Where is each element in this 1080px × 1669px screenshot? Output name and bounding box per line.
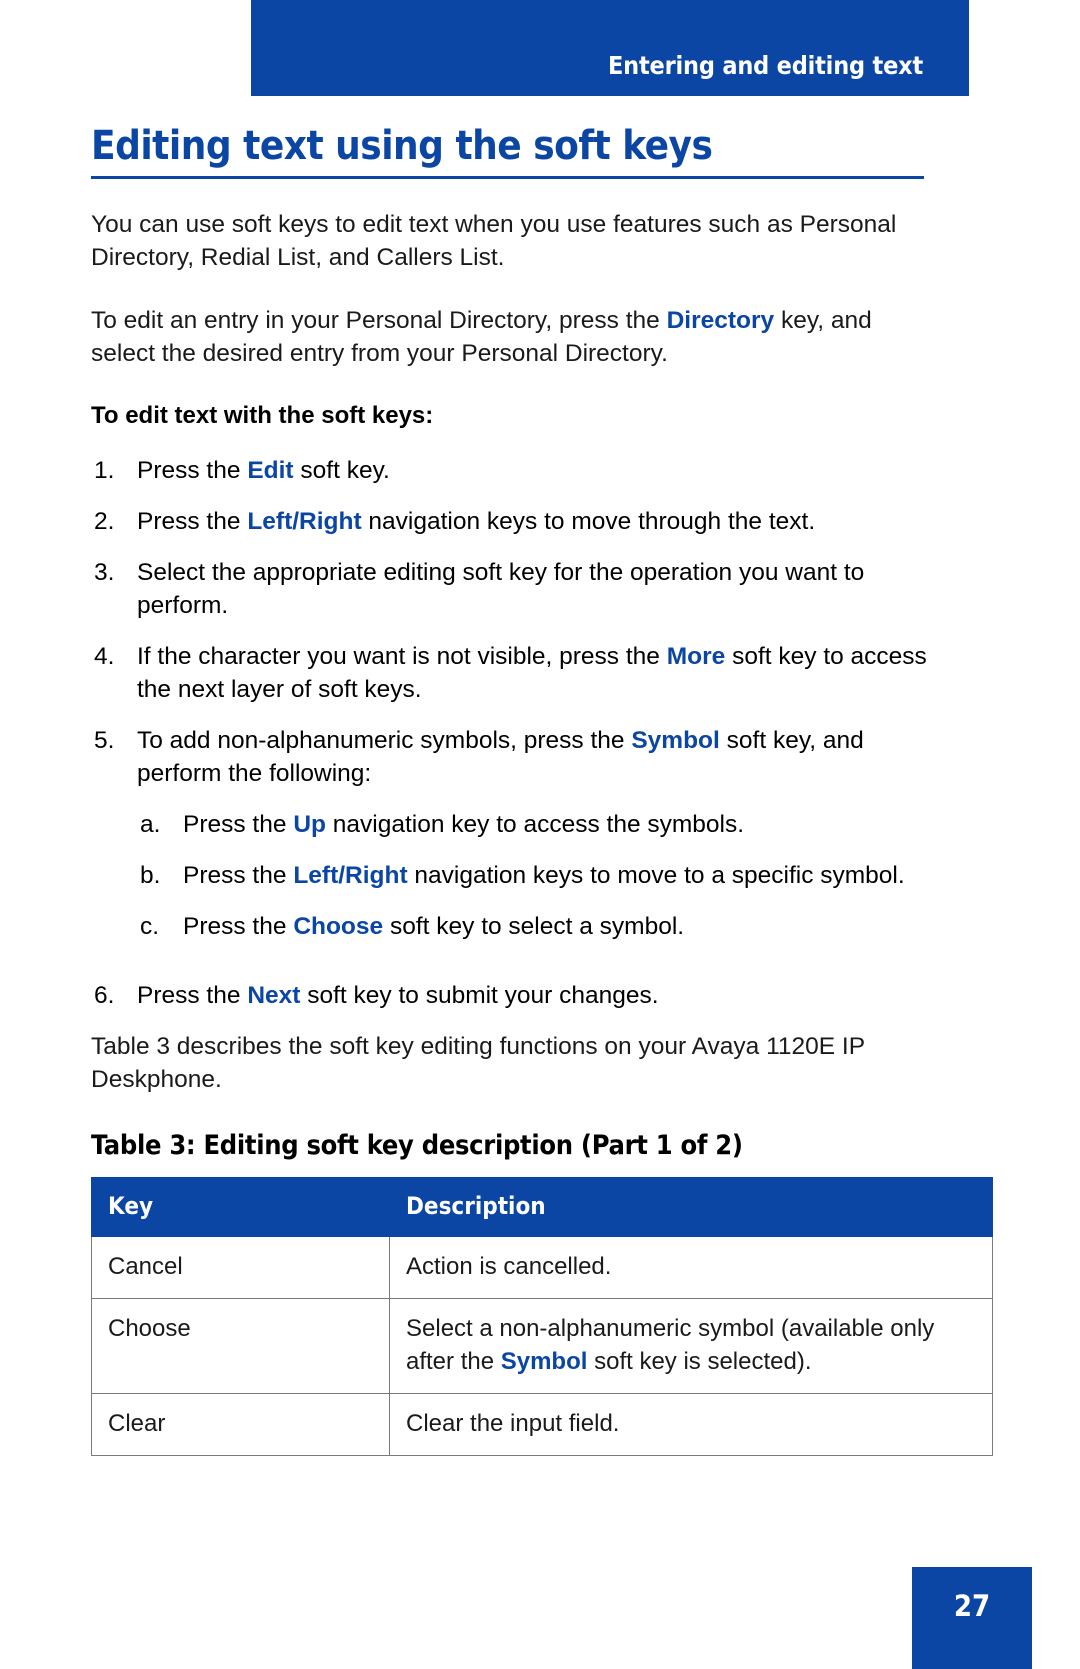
step-item-5: 5. To add non-alphanumeric symbols, pres… [91, 724, 931, 961]
procedure-step-list: 1. Press the Edit soft key. 2. Press the… [91, 454, 931, 1012]
step-number: 3. [94, 559, 115, 586]
step-text: To add non-alphanumeric symbols, press t… [137, 724, 931, 961]
main-content: You can use soft keys to edit text when … [91, 208, 993, 1456]
keyword-left-right: Left/Right [247, 508, 362, 535]
step-text-post: soft key. [293, 457, 390, 484]
page-title: Editing text using the soft keys [91, 123, 713, 169]
table-body: Cancel Action is cancelled. Choose Selec… [91, 1236, 993, 1456]
substep-text-pre: Press the [183, 913, 294, 940]
step-item-3: 3. Select the appropriate editing soft k… [91, 556, 931, 622]
table-row: Clear Clear the input field. [91, 1393, 993, 1456]
step-item-6: 6. Press the Next soft key to submit you… [91, 979, 931, 1012]
keyword-more: More [666, 643, 726, 670]
column-header-description: Description [389, 1177, 993, 1237]
step-number: 1. [94, 457, 115, 484]
step-text-pre: Press the [137, 457, 248, 484]
intro-paragraph-1: You can use soft keys to edit text when … [91, 208, 931, 274]
substep-item-c: c. Press the Choose soft key to select a… [137, 910, 931, 943]
table-row: Cancel Action is cancelled. [91, 1236, 993, 1299]
column-header-key: Key [91, 1177, 390, 1237]
intro-2-text-pre: To edit an entry in your Personal Direct… [91, 307, 667, 334]
procedure-heading: To edit text with the soft keys: [91, 402, 434, 429]
step-number: 4. [94, 643, 115, 670]
intro-1-text: You can use soft keys to edit text when … [91, 211, 897, 271]
page-number-box: 27 [912, 1567, 1032, 1669]
running-head-text: Entering and editing text [608, 51, 923, 80]
substep-text-pre: Press the [183, 811, 294, 838]
cell-description: Select a non-alphanumeric symbol (availa… [389, 1298, 993, 1394]
cell-key: Clear [91, 1393, 390, 1456]
step-number: 6. [94, 982, 115, 1009]
keyword-symbol: Symbol [500, 1348, 588, 1375]
step-text: Press the Left/Right navigation keys to … [137, 505, 931, 538]
substep-text-post: soft key to select a symbol. [383, 913, 685, 940]
cell-key: Cancel [91, 1236, 390, 1299]
procedure-substep-list: a. Press the Up navigation key to access… [137, 808, 931, 943]
step-text-post: soft key to submit your changes. [300, 982, 659, 1009]
cell-desc-pre: Action is cancelled. [406, 1253, 612, 1280]
step-text-pre: Select the appropriate editing soft key … [137, 559, 865, 619]
keyword-left-right: Left/Right [293, 862, 408, 889]
cell-key: Choose [91, 1298, 390, 1394]
step-item-1: 1. Press the Edit soft key. [91, 454, 931, 487]
step-text-post: navigation keys to move through the text… [361, 508, 816, 535]
cell-desc-post: soft key is selected). [587, 1348, 812, 1375]
substep-item-a: a. Press the Up navigation key to access… [137, 808, 931, 841]
page-number: 27 [953, 1589, 991, 1623]
step-text: Press the Edit soft key. [137, 454, 931, 487]
substep-number: c. [140, 913, 160, 940]
step-item-2: 2. Press the Left/Right navigation keys … [91, 505, 931, 538]
title-divider [91, 176, 924, 179]
table-header-row: Key Description [91, 1177, 993, 1237]
intro-paragraph-2: To edit an entry in your Personal Direct… [91, 304, 931, 370]
substep-text: Press the Choose soft key to select a sy… [183, 910, 931, 943]
keyword-directory: Directory [666, 307, 775, 334]
cell-description: Clear the input field. [389, 1393, 993, 1456]
keyword-choose: Choose [293, 913, 384, 940]
step-number: 2. [94, 508, 115, 535]
table-intro-paragraph: Table 3 describes the soft key editing f… [91, 1033, 865, 1093]
substep-text: Press the Left/Right navigation keys to … [183, 859, 931, 892]
substep-text: Press the Up navigation key to access th… [183, 808, 931, 841]
step-number: 5. [94, 727, 115, 754]
step-text-pre: If the character you want is not visible… [137, 643, 667, 670]
header-banner: Entering and editing text [251, 0, 969, 96]
cell-desc-pre: Clear the input field. [406, 1410, 620, 1437]
keyword-up: Up [293, 811, 326, 838]
keyword-edit: Edit [247, 457, 294, 484]
table-head: Key Description [91, 1177, 993, 1237]
step-text: Press the Next soft key to submit your c… [137, 979, 931, 1012]
page-title-block: Editing text using the soft keys [91, 122, 924, 179]
step-text: If the character you want is not visible… [137, 640, 931, 706]
substep-text-post: navigation key to access the symbols. [325, 811, 745, 838]
step-text-pre: Press the [137, 982, 248, 1009]
cell-description: Action is cancelled. [389, 1236, 993, 1299]
step-item-4: 4. If the character you want is not visi… [91, 640, 931, 706]
keyword-symbol: Symbol [631, 727, 720, 754]
substep-number: a. [140, 811, 161, 838]
softkey-description-table: Key Description Cancel Action is cancell… [91, 1177, 993, 1456]
substep-item-b: b. Press the Left/Right navigation keys … [137, 859, 931, 892]
step-text: Select the appropriate editing soft key … [137, 556, 931, 622]
step-text-pre: Press the [137, 508, 248, 535]
substep-number: b. [140, 862, 161, 889]
substep-text-post: navigation keys to move to a specific sy… [407, 862, 905, 889]
table-row: Choose Select a non-alphanumeric symbol … [91, 1298, 993, 1394]
step-text-pre: To add non-alphanumeric symbols, press t… [137, 727, 632, 754]
keyword-next: Next [247, 982, 301, 1009]
table-caption: Table 3: Editing soft key description (P… [91, 1130, 743, 1161]
substep-text-pre: Press the [183, 862, 294, 889]
